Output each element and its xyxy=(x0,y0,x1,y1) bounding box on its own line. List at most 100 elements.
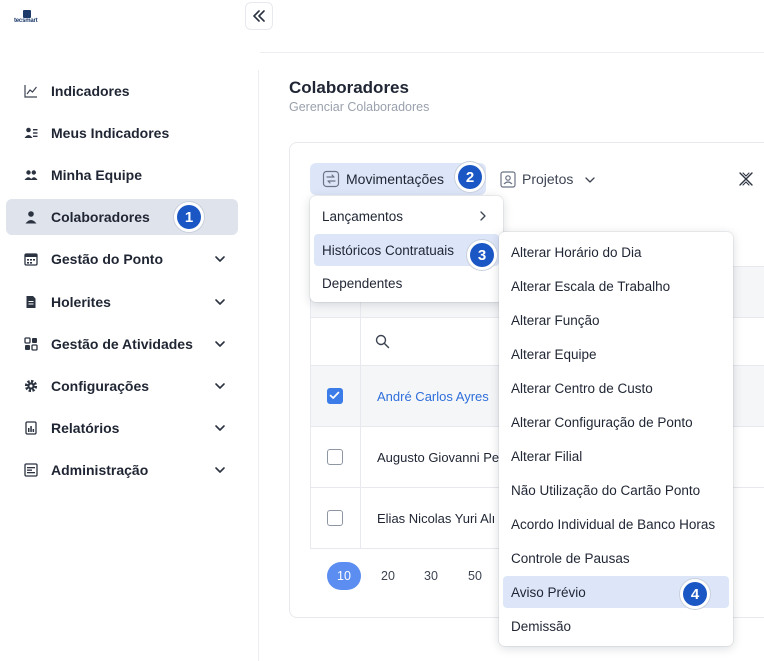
menu-item-alterar-centro-de-custo[interactable]: Alterar Centro de Custo xyxy=(503,372,729,404)
table-row-name[interactable]: Augusto Giovanni Pe xyxy=(377,450,502,465)
step-badge-1: 1 xyxy=(174,202,204,232)
step-number: 4 xyxy=(683,582,707,606)
sidebar-item-label: Relatórios xyxy=(51,420,120,436)
menu-item-label: Alterar Função xyxy=(511,312,600,328)
sidebar-item-label: Minha Equipe xyxy=(51,167,142,183)
sidebar-item-gestao-de-atividades[interactable]: Gestão de Atividades xyxy=(6,326,238,362)
clear-filter-icon[interactable] xyxy=(737,170,755,188)
user-list-icon xyxy=(24,126,38,140)
menu-item-label: Alterar Centro de Custo xyxy=(511,380,653,396)
checkmark-icon xyxy=(329,391,340,399)
row-checkbox[interactable] xyxy=(327,510,343,526)
menu-item-label: Alterar Filial xyxy=(511,448,583,464)
chevron-down-icon xyxy=(215,467,225,473)
table-row-name[interactable]: André Carlos Ayres xyxy=(377,389,502,404)
page-size-option[interactable]: 50 xyxy=(458,562,492,590)
sidebar-item-indicadores[interactable]: Indicadores xyxy=(6,73,238,109)
menu-item-alterar-equipe[interactable]: Alterar Equipe xyxy=(503,338,729,370)
sidebar-item-holerites[interactable]: Holerites xyxy=(6,284,238,320)
step-badge-4: 4 xyxy=(680,579,710,609)
search-icon[interactable] xyxy=(375,334,390,349)
sidebar-item-gestao-do-ponto[interactable]: Gestão do Ponto xyxy=(6,241,238,277)
sidebar-item-label: Gestão do Ponto xyxy=(51,251,163,267)
menu-item-label: Demissão xyxy=(511,618,572,634)
chevron-down-icon xyxy=(215,341,225,347)
sidebar-item-label: Colaboradores xyxy=(51,209,150,225)
step-number: 3 xyxy=(470,243,494,267)
menu-item-alterar-horario-do-dia[interactable]: Alterar Horário do Dia xyxy=(503,236,729,268)
admin-panel-icon xyxy=(24,463,38,477)
step-number: 2 xyxy=(458,165,482,189)
menu-item-label: Dependentes xyxy=(322,275,403,291)
menu-item-alterar-filial[interactable]: Alterar Filial xyxy=(503,440,729,472)
page-size-option[interactable]: 30 xyxy=(414,562,448,590)
menu-item-alterar-configuracao-de-ponto[interactable]: Alterar Configuração de Ponto xyxy=(503,406,729,438)
chevron-down-icon xyxy=(215,383,225,389)
sidebar-divider xyxy=(258,70,259,661)
chevron-right-icon xyxy=(480,211,486,221)
menu-item-label: Alterar Horário do Dia xyxy=(511,244,642,260)
row-checkbox[interactable] xyxy=(327,388,343,404)
menu-item-label: Alterar Configuração de Ponto xyxy=(511,414,693,430)
sidebar-item-label: Indicadores xyxy=(51,83,130,99)
calendar-icon xyxy=(24,252,38,266)
menu-item-demissao[interactable]: Demissão xyxy=(503,610,729,642)
sidebar-item-label: Administração xyxy=(51,462,149,478)
sidebar-item-configuracoes[interactable]: Configurações xyxy=(6,368,238,404)
menu-item-label: Não Utilização do Cartão Ponto xyxy=(511,482,701,498)
sidebar-item-label: Holerites xyxy=(51,294,111,310)
movimentacoes-label: Movimentações xyxy=(346,171,445,187)
menu-item-label: Alterar Escala de Trabalho xyxy=(511,278,671,294)
sidebar-item-label: Meus Indicadores xyxy=(51,125,170,141)
page-subtitle: Gerenciar Colaboradores xyxy=(289,100,430,114)
grid-icon xyxy=(24,337,38,351)
table-divider xyxy=(310,548,500,549)
id-badge-icon xyxy=(500,171,516,188)
sidebar-item-label: Configurações xyxy=(51,378,150,394)
page-size-option[interactable]: 10 xyxy=(327,562,361,590)
menu-item-label: Aviso Prévio xyxy=(511,584,586,600)
menu-item-label: Alterar Equipe xyxy=(511,346,597,362)
double-chevron-left-icon xyxy=(253,10,265,22)
chevron-down-icon xyxy=(585,177,595,183)
menu-item-alterar-escala-de-trabalho[interactable]: Alterar Escala de Trabalho xyxy=(503,270,729,302)
menu-item-acordo-individual-banco-horas[interactable]: Acordo Individual de Banco Horas xyxy=(503,508,729,540)
chevron-down-icon xyxy=(215,256,225,262)
sidebar-item-meus-indicadores[interactable]: Meus Indicadores xyxy=(6,115,238,151)
document-icon xyxy=(24,295,38,309)
menu-item-label: Históricos Contratuais xyxy=(322,242,455,258)
table-column-divider xyxy=(360,266,361,548)
menu-item-label: Controle de Pausas xyxy=(511,550,630,566)
menu-item-lancamentos[interactable]: Lançamentos xyxy=(314,200,499,232)
projetos-button[interactable]: Projetos xyxy=(498,163,608,195)
chevron-down-icon xyxy=(215,299,225,305)
collapse-sidebar-button[interactable] xyxy=(245,2,273,30)
projetos-label: Projetos xyxy=(522,171,574,187)
menu-item-nao-utilizacao-cartao-ponto[interactable]: Não Utilização do Cartão Ponto xyxy=(503,474,729,506)
row-checkbox[interactable] xyxy=(327,449,343,465)
sidebar-item-minha-equipe[interactable]: Minha Equipe xyxy=(6,157,238,193)
app-logo: tecsmart xyxy=(14,10,44,26)
header-divider xyxy=(260,52,764,53)
sidebar-item-label: Gestão de Atividades xyxy=(51,336,193,352)
logo-text: tecsmart xyxy=(14,18,38,24)
sidebar-item-administracao[interactable]: Administração xyxy=(6,452,238,488)
table-row-name[interactable]: Elias Nicolas Yuri Alı xyxy=(377,511,502,526)
step-number: 1 xyxy=(177,205,201,229)
menu-item-controle-de-pausas[interactable]: Controle de Pausas xyxy=(503,542,729,574)
table-border xyxy=(310,266,311,548)
chevron-down-icon xyxy=(215,425,225,431)
transfer-icon xyxy=(322,170,340,188)
page-title: Colaboradores xyxy=(289,78,409,97)
menu-item-label: Acordo Individual de Banco Horas xyxy=(511,516,716,532)
step-badge-2: 2 xyxy=(455,162,485,192)
logo-mark xyxy=(23,10,31,18)
step-badge-3: 3 xyxy=(467,240,497,270)
page-size-option[interactable]: 20 xyxy=(371,562,405,590)
report-icon xyxy=(24,421,38,435)
user-tie-icon xyxy=(24,210,38,224)
menu-item-alterar-funcao[interactable]: Alterar Função xyxy=(503,304,729,336)
menu-item-dependentes[interactable]: Dependentes xyxy=(314,267,499,299)
sidebar-item-relatorios[interactable]: Relatórios xyxy=(6,410,238,446)
chart-line-icon xyxy=(24,84,38,98)
